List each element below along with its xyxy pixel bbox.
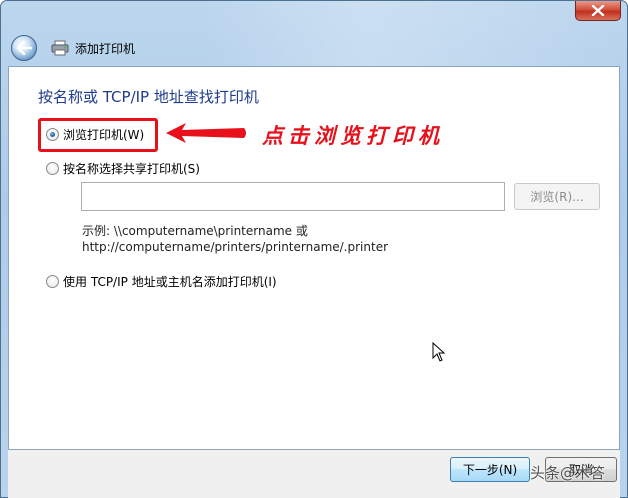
window-title: 添加打印机 [75, 41, 136, 56]
back-button[interactable] [11, 35, 37, 61]
radio-option-share-name[interactable]: 按名称选择共享打印机(S) [46, 160, 200, 177]
share-name-input[interactable] [81, 182, 505, 211]
title-bar: 添加打印机 [9, 31, 621, 65]
radio-label-browse: 浏览打印机(W) [63, 128, 145, 142]
radio-option-browse[interactable]: 浏览打印机(W) [46, 126, 144, 143]
mouse-cursor-icon [432, 342, 446, 362]
radio-label-share-name: 按名称选择共享打印机(S) [63, 162, 200, 176]
close-icon [591, 5, 605, 16]
radio-button-share-name[interactable] [46, 162, 59, 175]
page-heading: 按名称或 TCP/IP 地址查找打印机 [38, 88, 259, 106]
watermark-text: 头条@木答 [530, 464, 606, 482]
next-button[interactable]: 下一步(N) [450, 457, 530, 482]
example-line-2: http://computername/printers/printername… [82, 240, 389, 254]
example-line-1: 示例: \\computername\printername 或 [82, 224, 308, 238]
radio-button-browse[interactable] [46, 128, 59, 141]
browse-button[interactable]: 浏览(R)... [514, 183, 600, 210]
radio-button-tcpip[interactable] [46, 275, 59, 288]
radio-label-tcpip: 使用 TCP/IP 地址或主机名添加打印机(I) [63, 275, 277, 289]
close-button[interactable] [575, 1, 621, 21]
radio-option-tcpip[interactable]: 使用 TCP/IP 地址或主机名添加打印机(I) [46, 273, 277, 290]
annotation-text: 点击浏览打印机 [262, 123, 444, 148]
printer-icon [51, 40, 69, 56]
annotation-arrow-icon [166, 123, 246, 143]
back-arrow-icon [16, 41, 32, 55]
